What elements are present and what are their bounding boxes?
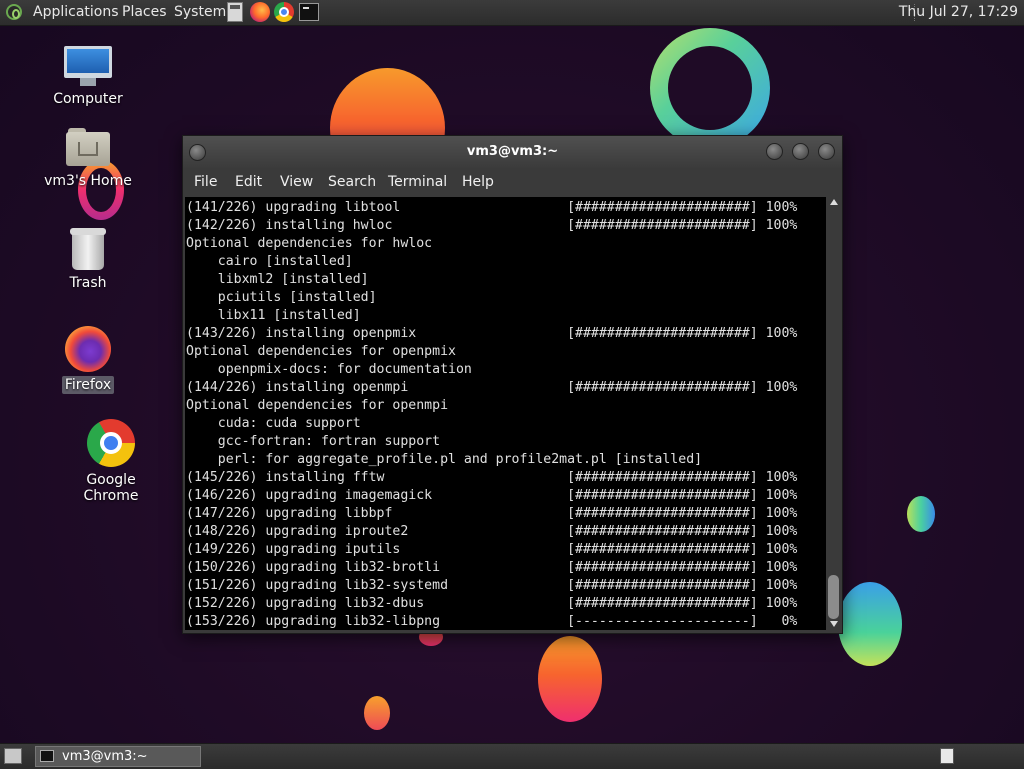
desktop-icon-trash[interactable]: Trash (33, 228, 143, 292)
terminal-line: pciutils [installed] (186, 290, 377, 305)
terminal-line: (147/226) upgrading libbpf [############… (186, 506, 798, 521)
terminal-line: (150/226) upgrading lib32-brotli [######… (186, 560, 798, 575)
menu-places[interactable]: Places (122, 4, 167, 20)
terminal-line: (153/226) upgrading lib32-libpng [------… (186, 614, 798, 629)
terminal-scrollbar[interactable] (827, 197, 840, 630)
terminal-line: gcc-fortran: fortran support (186, 434, 441, 449)
terminal-line: (141/226) upgrading libtool [###########… (186, 200, 798, 215)
taskbar-item-terminal[interactable]: vm3@vm3:~ (35, 746, 201, 767)
desktop-icon-label: vm3's Home (44, 173, 132, 189)
chrome-icon[interactable] (274, 2, 294, 22)
terminal-line: (152/226) upgrading lib32-dbus [########… (186, 596, 798, 611)
taskbar-item-label: vm3@vm3:~ (62, 749, 148, 764)
top-panel: Applications Places System Thu Jul 27, 1… (0, 0, 1024, 26)
terminal-line: Optional dependencies for openmpi (186, 398, 449, 413)
calculator-icon[interactable] (227, 2, 243, 22)
scroll-down-arrow-icon[interactable] (830, 621, 838, 627)
desktop-icon-label: Firefox (61, 376, 115, 394)
wallpaper-small-green-blob (907, 496, 935, 532)
menu-file[interactable]: File (194, 174, 217, 190)
minimize-button[interactable] (766, 143, 783, 160)
clock[interactable]: Thu Jul 27, 17:29 (899, 4, 1018, 20)
home-folder-icon (66, 128, 110, 168)
terminal-line: libx11 [installed] (186, 308, 361, 323)
firefox-icon[interactable] (250, 2, 270, 22)
menu-system[interactable]: System (174, 4, 226, 20)
desktop-icon-computer[interactable]: Computer (33, 46, 143, 108)
menu-view[interactable]: View (280, 174, 313, 190)
desktop-icon-chrome[interactable]: Google Chrome (56, 419, 166, 505)
bottom-panel: vm3@vm3:~ (0, 743, 1024, 769)
firefox-icon (65, 326, 111, 372)
menu-edit[interactable]: Edit (235, 174, 262, 190)
terminal-line: (149/226) upgrading iputils [###########… (186, 542, 798, 557)
terminal-line: Optional dependencies for hwloc (186, 236, 433, 251)
terminal-line: (148/226) upgrading iproute2 [##########… (186, 524, 798, 539)
wallpaper-green-ring (650, 28, 770, 148)
terminal-output[interactable]: (141/226) upgrading libtool [###########… (185, 197, 826, 630)
trash-icon (70, 228, 106, 270)
terminal-icon[interactable] (299, 3, 319, 21)
terminal-line: (143/226) installing openpmix [#########… (186, 326, 798, 341)
applications-menu-icon[interactable] (6, 4, 22, 20)
terminal-text: (141/226) upgrading libtool [###########… (185, 197, 826, 630)
desktop-icon-label: Computer (53, 91, 123, 107)
terminal-line: libxml2 [installed] (186, 272, 369, 287)
workspace-switcher[interactable] (940, 748, 954, 764)
scrollbar-thumb[interactable] (828, 575, 839, 619)
desktop-icon-label: Google Chrome (83, 472, 139, 504)
terminal-line: perl: for aggregate_profile.pl and profi… (186, 452, 703, 467)
menu-help[interactable]: Help (462, 174, 494, 190)
window-titlebar[interactable]: vm3@vm3:~ (183, 136, 842, 168)
terminal-line: (146/226) upgrading imagemagick [#######… (186, 488, 798, 503)
terminal-line: Optional dependencies for openpmix (186, 344, 456, 359)
chrome-icon (87, 419, 135, 467)
maximize-button[interactable] (792, 143, 809, 160)
desktop-icon-label: Trash (69, 275, 107, 291)
terminal-menubar: File Edit View Search Terminal Help (183, 168, 842, 196)
wallpaper-blue-green-blob (838, 582, 902, 666)
terminal-line: cuda: cuda support (186, 416, 361, 431)
terminal-window[interactable]: vm3@vm3:~ File Edit View Search Terminal… (182, 135, 843, 634)
terminal-line: (145/226) installing fftw [#############… (186, 470, 798, 485)
close-button[interactable] (818, 143, 835, 160)
menu-search[interactable]: Search (328, 174, 376, 190)
terminal-line: (151/226) upgrading lib32-systemd [#####… (186, 578, 798, 593)
menu-applications[interactable]: Applications (33, 4, 119, 20)
desktop-icon-firefox[interactable]: Firefox (33, 326, 143, 394)
terminal-line: (142/226) installing hwloc [############… (186, 218, 798, 233)
wallpaper-orange-blob-bottom (538, 636, 602, 722)
terminal-line: openpmix-docs: for documentation (186, 362, 472, 377)
scroll-up-arrow-icon[interactable] (830, 199, 838, 205)
terminal-line: (144/226) installing openmpi [##########… (186, 380, 798, 395)
terminal-line: cairo [installed] (186, 254, 353, 269)
window-title: vm3@vm3:~ (466, 144, 559, 159)
show-desktop-icon[interactable] (4, 748, 22, 764)
terminal-icon (40, 750, 54, 762)
computer-icon (64, 46, 112, 86)
menu-terminal[interactable]: Terminal (388, 174, 447, 190)
wallpaper-small-orange-blob (364, 696, 390, 730)
desktop-icon-home[interactable]: vm3's Home (33, 128, 143, 190)
